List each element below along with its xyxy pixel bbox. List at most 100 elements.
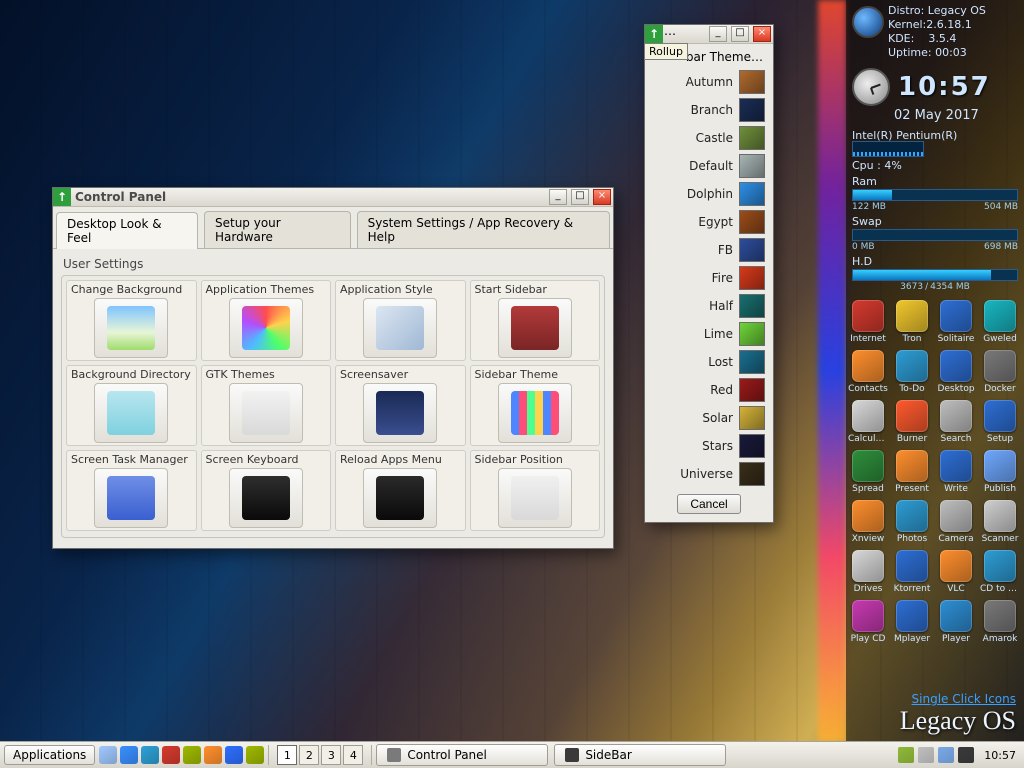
theme-red[interactable]: Red: [649, 376, 769, 404]
tab-1[interactable]: Setup your Hardware: [204, 211, 351, 248]
theme-egypt[interactable]: Egypt: [649, 208, 769, 236]
task-control-panel[interactable]: Control Panel: [376, 744, 548, 766]
tray-clock[interactable]: 10:57: [980, 749, 1020, 762]
desktop-icon-present[interactable]: Present: [892, 450, 932, 494]
help-icon[interactable]: [246, 746, 264, 764]
theme-stars[interactable]: Stars: [649, 432, 769, 460]
theme-lost[interactable]: Lost: [649, 348, 769, 376]
single-click-hint[interactable]: Single Click Icons: [900, 692, 1016, 706]
updates-icon[interactable]: [898, 747, 914, 763]
workspace-2[interactable]: 2: [299, 745, 319, 765]
theme-default[interactable]: Default: [649, 152, 769, 180]
theme-castle[interactable]: Castle: [649, 124, 769, 152]
desktop-icon-docker[interactable]: Docker: [980, 350, 1020, 394]
cp-item-sidebar-theme[interactable]: Sidebar Theme: [470, 365, 601, 446]
maximize-button[interactable]: □: [571, 189, 589, 205]
workspace-3[interactable]: 3: [321, 745, 341, 765]
desktop-icon-contacts[interactable]: Contacts: [848, 350, 888, 394]
cp-item-change-background[interactable]: Change Background: [66, 280, 197, 361]
clock-date: 02 May 2017: [894, 108, 1018, 123]
applications-menu-button[interactable]: Applications: [4, 745, 95, 765]
desktop-icon-play-cd[interactable]: Play CD: [848, 600, 888, 644]
cancel-button[interactable]: Cancel: [677, 494, 740, 514]
desktop-icon-publish[interactable]: Publish: [980, 450, 1020, 494]
desktop-icon-scanner[interactable]: Scanner: [980, 500, 1020, 544]
control-panel-titlebar[interactable]: ↑ Control Panel _ □ ×: [53, 188, 613, 207]
workspace-1[interactable]: 1: [277, 745, 297, 765]
theme-fire[interactable]: Fire: [649, 264, 769, 292]
desktop-icon-tron[interactable]: Tron: [892, 300, 932, 344]
cp-item-start-sidebar[interactable]: Start Sidebar: [470, 280, 601, 361]
desktop[interactable]: Distro: Legacy OS Kernel:2.6.18.1 KDE: 3…: [0, 0, 1024, 768]
sidebar-theme-window[interactable]: ↑ ⋯ _ □ × bar Theme… AutumnBranchCastleD…: [644, 24, 774, 523]
desktop-icon-desktop[interactable]: Desktop: [936, 350, 976, 394]
desktop-icon-cd-to-mp3[interactable]: CD to MP3: [980, 550, 1020, 594]
network-icon[interactable]: [938, 747, 954, 763]
desktop-icon-photos[interactable]: Photos: [892, 500, 932, 544]
maximize-button[interactable]: □: [731, 26, 749, 42]
sidebar-theme-titlebar[interactable]: ↑ ⋯ _ □ ×: [645, 25, 773, 44]
close-button[interactable]: ×: [753, 26, 771, 42]
minimize-button[interactable]: _: [709, 26, 727, 42]
quick-launch: [99, 746, 264, 764]
ram-bar: [852, 189, 1018, 201]
tab-0[interactable]: Desktop Look & Feel: [56, 212, 198, 249]
theme-branch[interactable]: Branch: [649, 96, 769, 124]
minimize-button[interactable]: _: [549, 189, 567, 205]
task-sidebar[interactable]: SideBar: [554, 744, 726, 766]
desktop-icon-solitaire[interactable]: Solitaire: [936, 300, 976, 344]
show-desktop-icon[interactable]: [99, 746, 117, 764]
desktop-icon-player[interactable]: Player: [936, 600, 976, 644]
desktop-icon-mplayer[interactable]: Mplayer: [892, 600, 932, 644]
theme-autumn[interactable]: Autumn: [649, 68, 769, 96]
desktop-icon-ktorrent[interactable]: Ktorrent: [892, 550, 932, 594]
volume-icon[interactable]: [918, 747, 934, 763]
arrow-icon[interactable]: [225, 746, 243, 764]
cp-item-sidebar-position[interactable]: Sidebar Position: [470, 450, 601, 531]
theme-dolphin[interactable]: Dolphin: [649, 180, 769, 208]
mail-icon[interactable]: [958, 747, 974, 763]
cp-item-application-style[interactable]: Application Style: [335, 280, 466, 361]
cp-item-background-directory[interactable]: Background Directory: [66, 365, 197, 446]
desktop-icon-internet[interactable]: Internet: [848, 300, 888, 344]
desktop-icon-search[interactable]: Search: [936, 400, 976, 444]
cp-item-gtk-themes[interactable]: GTK Themes: [201, 365, 332, 446]
desktop-icon-burner[interactable]: Burner: [892, 400, 932, 444]
settings-icon[interactable]: [183, 746, 201, 764]
cp-item-screen-keyboard[interactable]: Screen Keyboard: [201, 450, 332, 531]
theme-half[interactable]: Half: [649, 292, 769, 320]
desktop-icon-vlc[interactable]: VLC: [936, 550, 976, 594]
cp-item-application-themes[interactable]: Application Themes: [201, 280, 332, 361]
cp-item-reload-apps-menu[interactable]: Reload Apps Menu: [335, 450, 466, 531]
system-tray: 10:57: [898, 747, 1020, 763]
theme-universe[interactable]: Universe: [649, 460, 769, 488]
desktop-icon-gweled[interactable]: Gweled: [980, 300, 1020, 344]
taskbar[interactable]: Applications 1234 Control Panel SideBar 1…: [0, 741, 1024, 768]
theme-lime[interactable]: Lime: [649, 320, 769, 348]
desktop-icon-setup[interactable]: Setup: [980, 400, 1020, 444]
desktop-icon-write[interactable]: Write: [936, 450, 976, 494]
desktop-icon-camera[interactable]: Camera: [936, 500, 976, 544]
desktop-icon-calculator[interactable]: Calculator: [848, 400, 888, 444]
file-manager-icon[interactable]: [141, 746, 159, 764]
app-icon: [852, 350, 884, 382]
cp-item-screensaver[interactable]: Screensaver: [335, 365, 466, 446]
desktop-icon-xnview[interactable]: Xnview: [848, 500, 888, 544]
tab-2[interactable]: System Settings / App Recovery & Help: [357, 211, 610, 248]
desktop-icon-to-do[interactable]: To-Do: [892, 350, 932, 394]
cp-item-screen-task-manager[interactable]: Screen Task Manager: [66, 450, 197, 531]
desktop-icon-spread[interactable]: Spread: [848, 450, 888, 494]
theme-swatch-icon: [739, 238, 765, 262]
home-icon[interactable]: [204, 746, 222, 764]
app-icon: [896, 400, 928, 432]
close-button[interactable]: ×: [593, 189, 611, 205]
theme-fb[interactable]: FB: [649, 236, 769, 264]
desktop-icon-drives[interactable]: Drives: [848, 550, 888, 594]
control-panel-window[interactable]: ↑ Control Panel _ □ × Desktop Look & Fee…: [52, 187, 614, 549]
browser-icon[interactable]: [120, 746, 138, 764]
desktop-icon-amarok[interactable]: Amarok: [980, 600, 1020, 644]
app-icon: [896, 450, 928, 482]
terminal-icon[interactable]: [162, 746, 180, 764]
workspace-4[interactable]: 4: [343, 745, 363, 765]
theme-solar[interactable]: Solar: [649, 404, 769, 432]
